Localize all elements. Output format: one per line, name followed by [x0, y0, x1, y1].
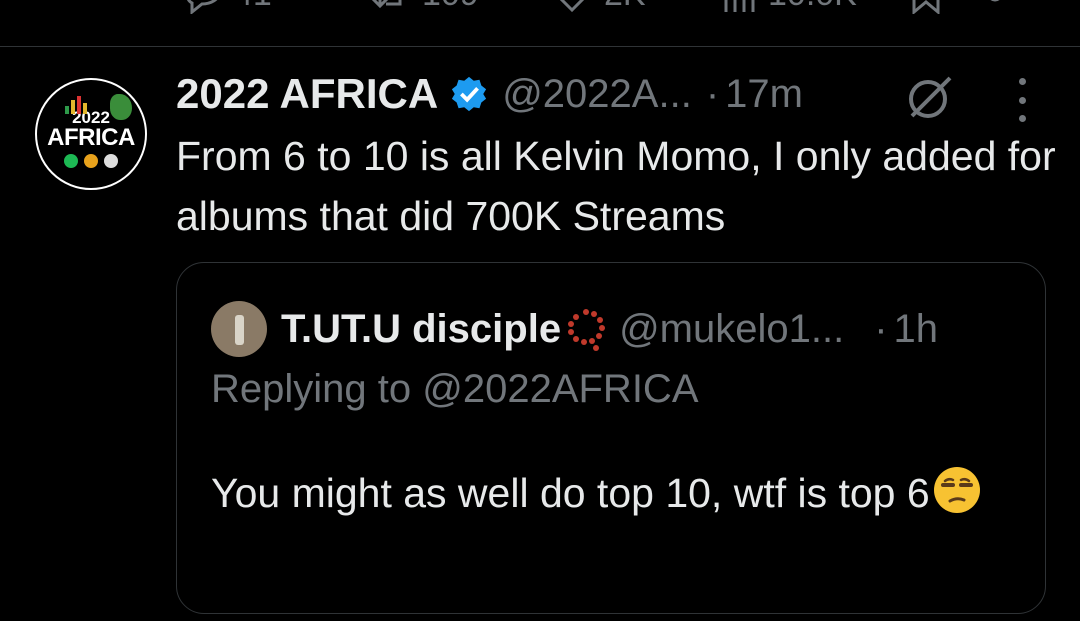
repost-action[interactable]: 109 [368, 0, 479, 14]
share-action[interactable] [985, 0, 1025, 14]
like-count: 2K [604, 0, 646, 14]
like-action[interactable]: 2K [550, 0, 646, 14]
play-icon [84, 153, 98, 168]
heart-icon [559, 0, 585, 13]
prayer-beads-icon [568, 309, 606, 351]
views-action[interactable]: 10.0K [722, 0, 857, 14]
quoted-author-avatar[interactable] [211, 301, 267, 357]
quoted-tweet-time[interactable]: 1h [894, 307, 939, 352]
avatar-name-text: AFRICA [47, 123, 135, 151]
unamused-face-emoji-icon [933, 467, 980, 513]
quoted-tweet-text-content: You might as well do top 10, wtf is top … [211, 470, 930, 516]
quoted-author-name[interactable]: T.UT.U disciple [281, 307, 561, 352]
previous-tweet-action-bar: 41 109 2K 10.0K [0, 0, 1080, 47]
quoted-tweet-header: T.UT.U disciple @mukelo1... · 1h [211, 299, 938, 359]
tweet-text: From 6 to 10 is all Kelvin Momo, I only … [176, 133, 1056, 239]
spotify-icon [64, 153, 78, 168]
tweet-header: 2022 AFRICA @2022A... · 17m [176, 68, 803, 120]
reply-count: 41 [234, 0, 272, 14]
author-avatar[interactable]: 2022 AFRICA [35, 78, 147, 190]
repost-count: 109 [422, 0, 479, 14]
quoted-author-handle[interactable]: @mukelo1... [619, 307, 844, 352]
separator-dot: · [705, 71, 720, 116]
author-name[interactable]: 2022 AFRICA [176, 70, 438, 118]
repost-icon [371, 0, 402, 9]
reply-icon [186, 0, 218, 14]
bookmark-icon [912, 0, 940, 14]
apple-icon [104, 153, 118, 168]
author-handle[interactable]: @2022A... [502, 72, 692, 117]
reply-action[interactable]: 41 [180, 0, 272, 14]
avatar-platform-icons [64, 153, 118, 168]
quoted-tweet-text: You might as well do top 10, wtf is top … [211, 463, 1031, 523]
africa-map-logo-icon [110, 94, 132, 120]
grok-icon[interactable] [904, 72, 954, 122]
chart-bars-logo-icon [65, 96, 97, 114]
more-options-icon[interactable] [1010, 78, 1034, 122]
tweet-time[interactable]: 17m [725, 72, 803, 117]
share-icon [990, 0, 1000, 2]
quoted-separator-dot: · [874, 306, 888, 351]
verified-badge-icon [452, 76, 487, 112]
quoted-tweet-card[interactable]: T.UT.U disciple @mukelo1... · 1h Replyin… [176, 262, 1046, 614]
views-count: 10.0K [768, 0, 857, 14]
replying-to-text[interactable]: Replying to @2022AFRICA [211, 367, 699, 412]
bookmark-action[interactable] [906, 0, 946, 14]
views-icon [724, 0, 755, 12]
